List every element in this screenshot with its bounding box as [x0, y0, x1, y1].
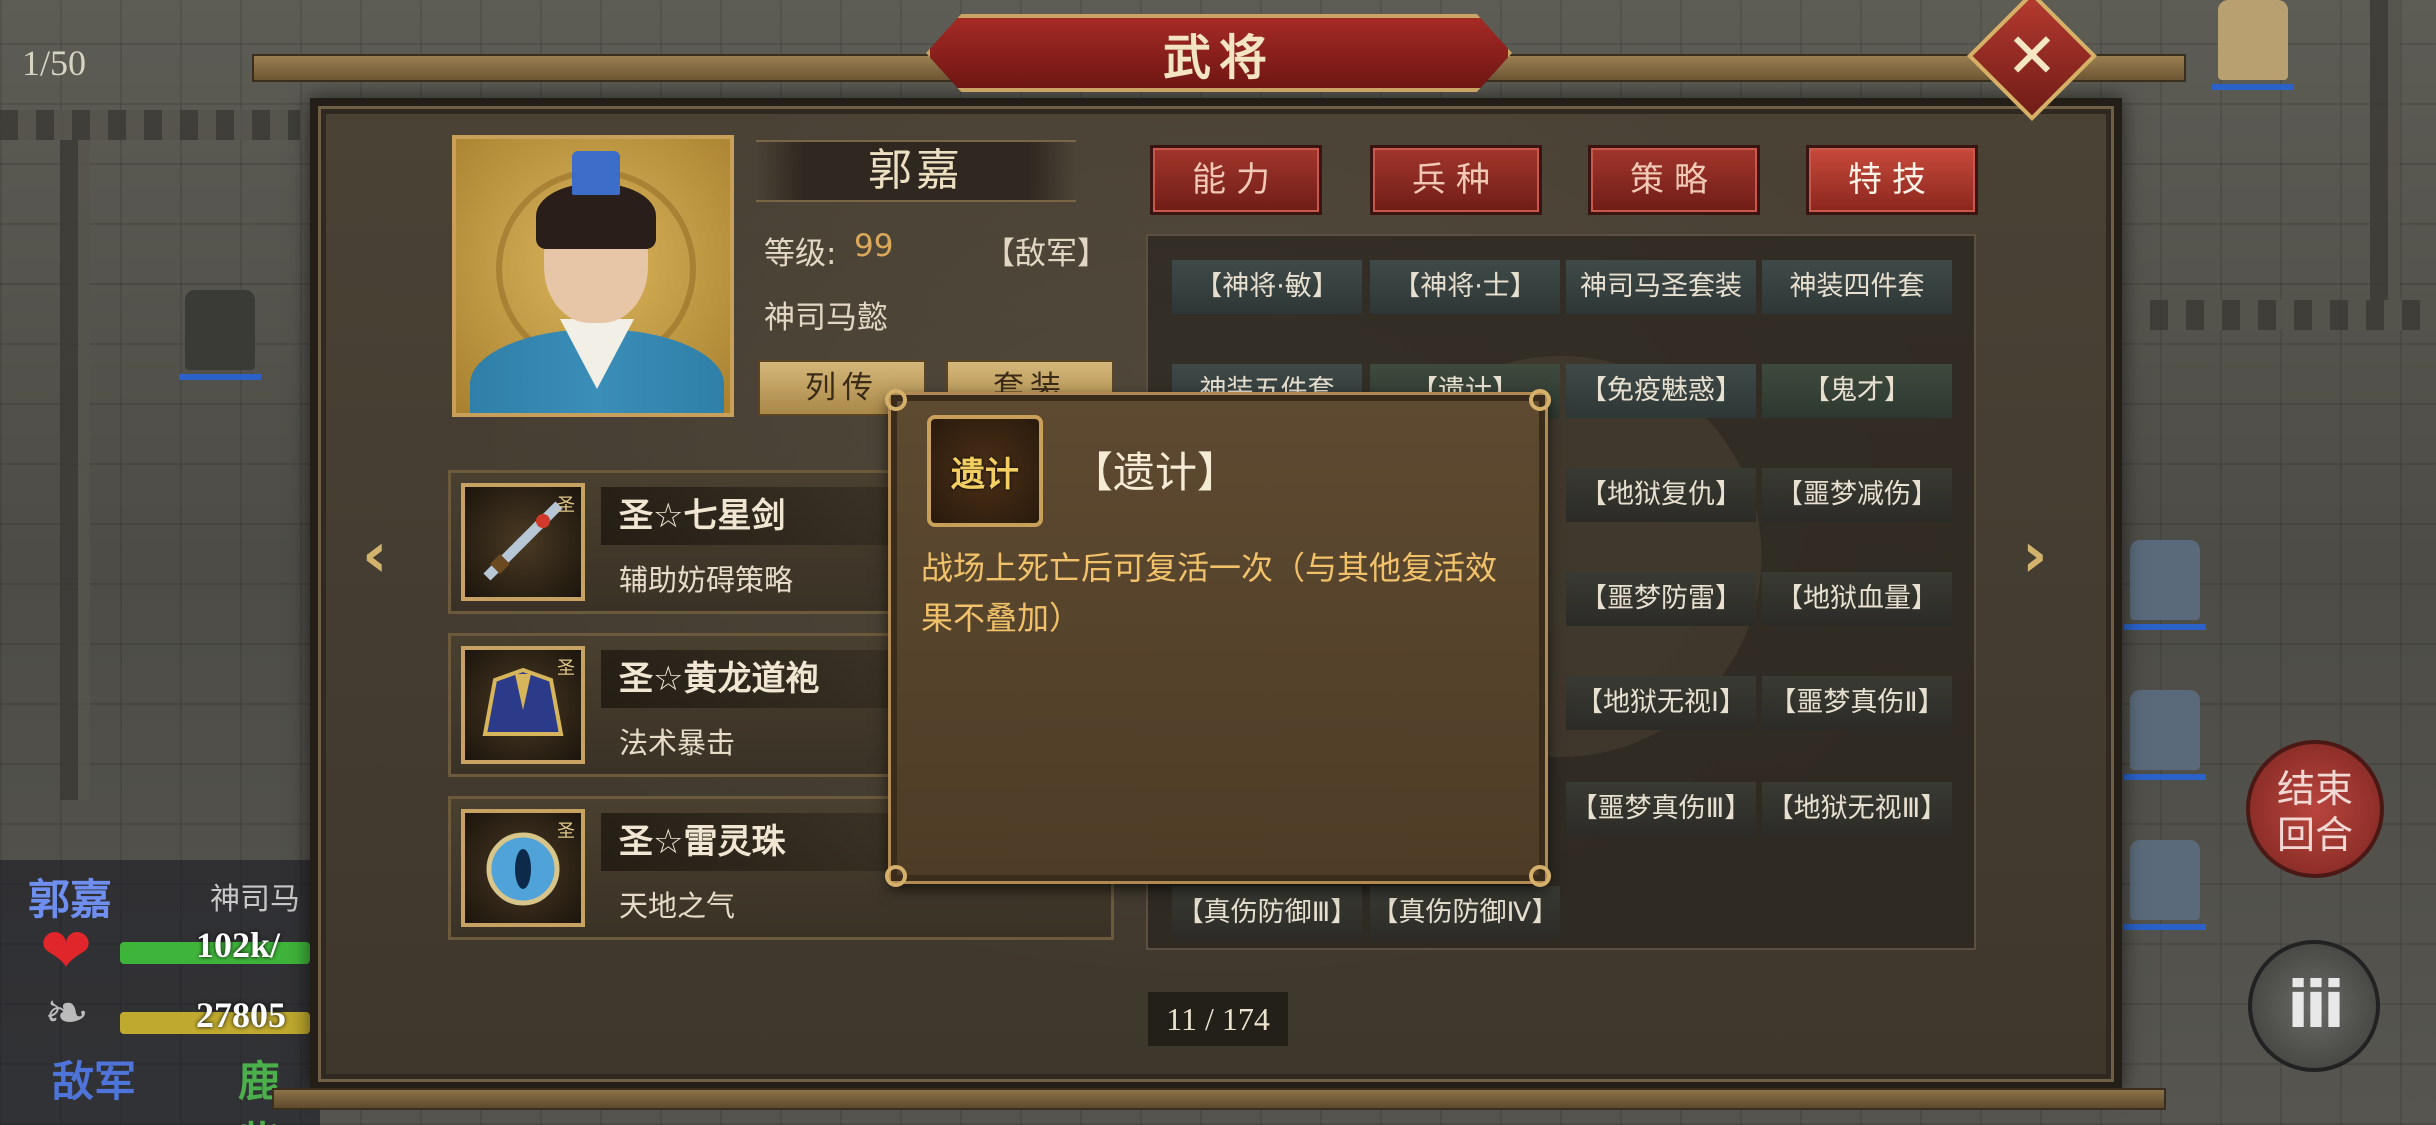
level-label: 等级:: [764, 236, 837, 272]
general-name-plate: 郭嘉: [756, 140, 1076, 202]
unit-alias: 神司马: [210, 882, 300, 917]
map-wall: [2370, 0, 2400, 300]
skill-tag[interactable]: 【噩梦防雷】: [1566, 572, 1756, 626]
skill-tag[interactable]: 神装四件套: [1762, 260, 1952, 314]
general-portrait: [452, 135, 734, 417]
tab-strategy[interactable]: 策略: [1588, 145, 1760, 215]
prev-arrow-icon[interactable]: ‹: [362, 522, 402, 588]
tab-special-skills[interactable]: 特技: [1806, 145, 1978, 215]
mp-value: 27805: [196, 995, 286, 1035]
skill-tag[interactable]: 神司马圣套装: [1566, 260, 1756, 314]
general-alias: 神司马懿: [764, 300, 888, 336]
map-unit[interactable]: [2124, 690, 2206, 780]
feather-icon: ❧: [44, 981, 90, 1044]
dialog-title: 武将: [1162, 30, 1275, 86]
map-unit[interactable]: [2124, 540, 2206, 630]
unit-location: 鹿柴: [238, 1057, 281, 1125]
unit-side: 敌军: [52, 1057, 137, 1106]
map-wall: [0, 110, 300, 140]
robe-icon: 圣: [461, 646, 585, 764]
level-value: 99: [854, 228, 894, 264]
skill-tag[interactable]: 【鬼才】: [1762, 364, 1952, 418]
skill-tag[interactable]: 【地狱复仇】: [1566, 468, 1756, 522]
skill-icon-text: 遗计: [951, 454, 1019, 495]
page-indicator: 11 / 174: [1148, 992, 1288, 1046]
skill-tag[interactable]: 【噩梦真伤Ⅲ】: [1566, 782, 1756, 836]
dialog-frame-bottom: [272, 1088, 2166, 1110]
unit-status-panel: 郭嘉 神司马 ❤ 102k/ ❧ 27805 敌军 鹿柴: [0, 860, 320, 1125]
map-wall: [2150, 300, 2436, 330]
hp-value: 102k/: [196, 925, 281, 965]
map-unit[interactable]: [2124, 840, 2206, 930]
equipment-effect: 法术暴击: [619, 726, 736, 760]
skill-tag[interactable]: 【噩梦减伤】: [1762, 468, 1952, 522]
game-screen: 1/50 郭嘉 神司马 ❤ 102k/ ❧ 27805 敌军 鹿柴 结束 回合 …: [0, 0, 2436, 1125]
menu-button[interactable]: iii: [2248, 940, 2380, 1072]
skill-tag[interactable]: 【真伤防御Ⅳ】: [1370, 886, 1560, 940]
tooltip-title: 【遗计】: [1071, 448, 1240, 497]
tooltip-description: 战场上死亡后可复活一次（与其他复活效果不叠加）: [921, 549, 1498, 637]
heart-icon: ❤: [40, 914, 92, 987]
map-unit[interactable]: [2212, 0, 2294, 90]
equipment-name: 圣☆雷灵珠: [601, 813, 891, 871]
equipment-name: 圣☆黄龙道袍: [601, 650, 891, 708]
skill-tag[interactable]: 【神将·敏】: [1172, 260, 1362, 314]
equipment-effect: 辅助妨碍策略: [619, 563, 794, 597]
skill-tag[interactable]: 【神将·士】: [1370, 260, 1560, 314]
skill-tag[interactable]: 【真伤防御Ⅲ】: [1172, 886, 1362, 940]
skill-tag[interactable]: 【地狱无视Ⅰ】: [1566, 676, 1756, 730]
turn-counter: 1/50: [22, 43, 87, 83]
equipment-effect: 天地之气: [619, 889, 736, 923]
general-name: 郭嘉: [868, 145, 964, 196]
tab-troop-type[interactable]: 兵种: [1370, 145, 1542, 215]
orb-icon: 圣: [461, 809, 585, 927]
sword-icon: 圣: [461, 483, 585, 601]
faction-label: 【敌军】: [984, 236, 1108, 272]
skill-tag[interactable]: 【免疫魅惑】: [1566, 364, 1756, 418]
map-wall: [60, 140, 90, 800]
skill-tooltip: 遗计 【遗计】 战场上死亡后可复活一次（与其他复活效果不叠加）: [885, 389, 1551, 887]
end-turn-button[interactable]: 结束 回合: [2246, 740, 2384, 878]
next-arrow-icon[interactable]: ›: [2022, 522, 2062, 588]
equipment-name: 圣☆七星剑: [601, 487, 891, 545]
dialog-title-plate: 武将: [926, 14, 1512, 92]
skill-tag[interactable]: 【地狱无视Ⅲ】: [1762, 782, 1952, 836]
tab-ability[interactable]: 能力: [1150, 145, 1322, 215]
skill-tag[interactable]: 【地狱血量】: [1762, 572, 1952, 626]
close-icon[interactable]: ✕: [1986, 10, 2078, 102]
skill-icon: 遗计: [927, 415, 1043, 527]
skill-tag[interactable]: 【噩梦真伤Ⅱ】: [1762, 676, 1952, 730]
map-unit[interactable]: [179, 290, 261, 380]
